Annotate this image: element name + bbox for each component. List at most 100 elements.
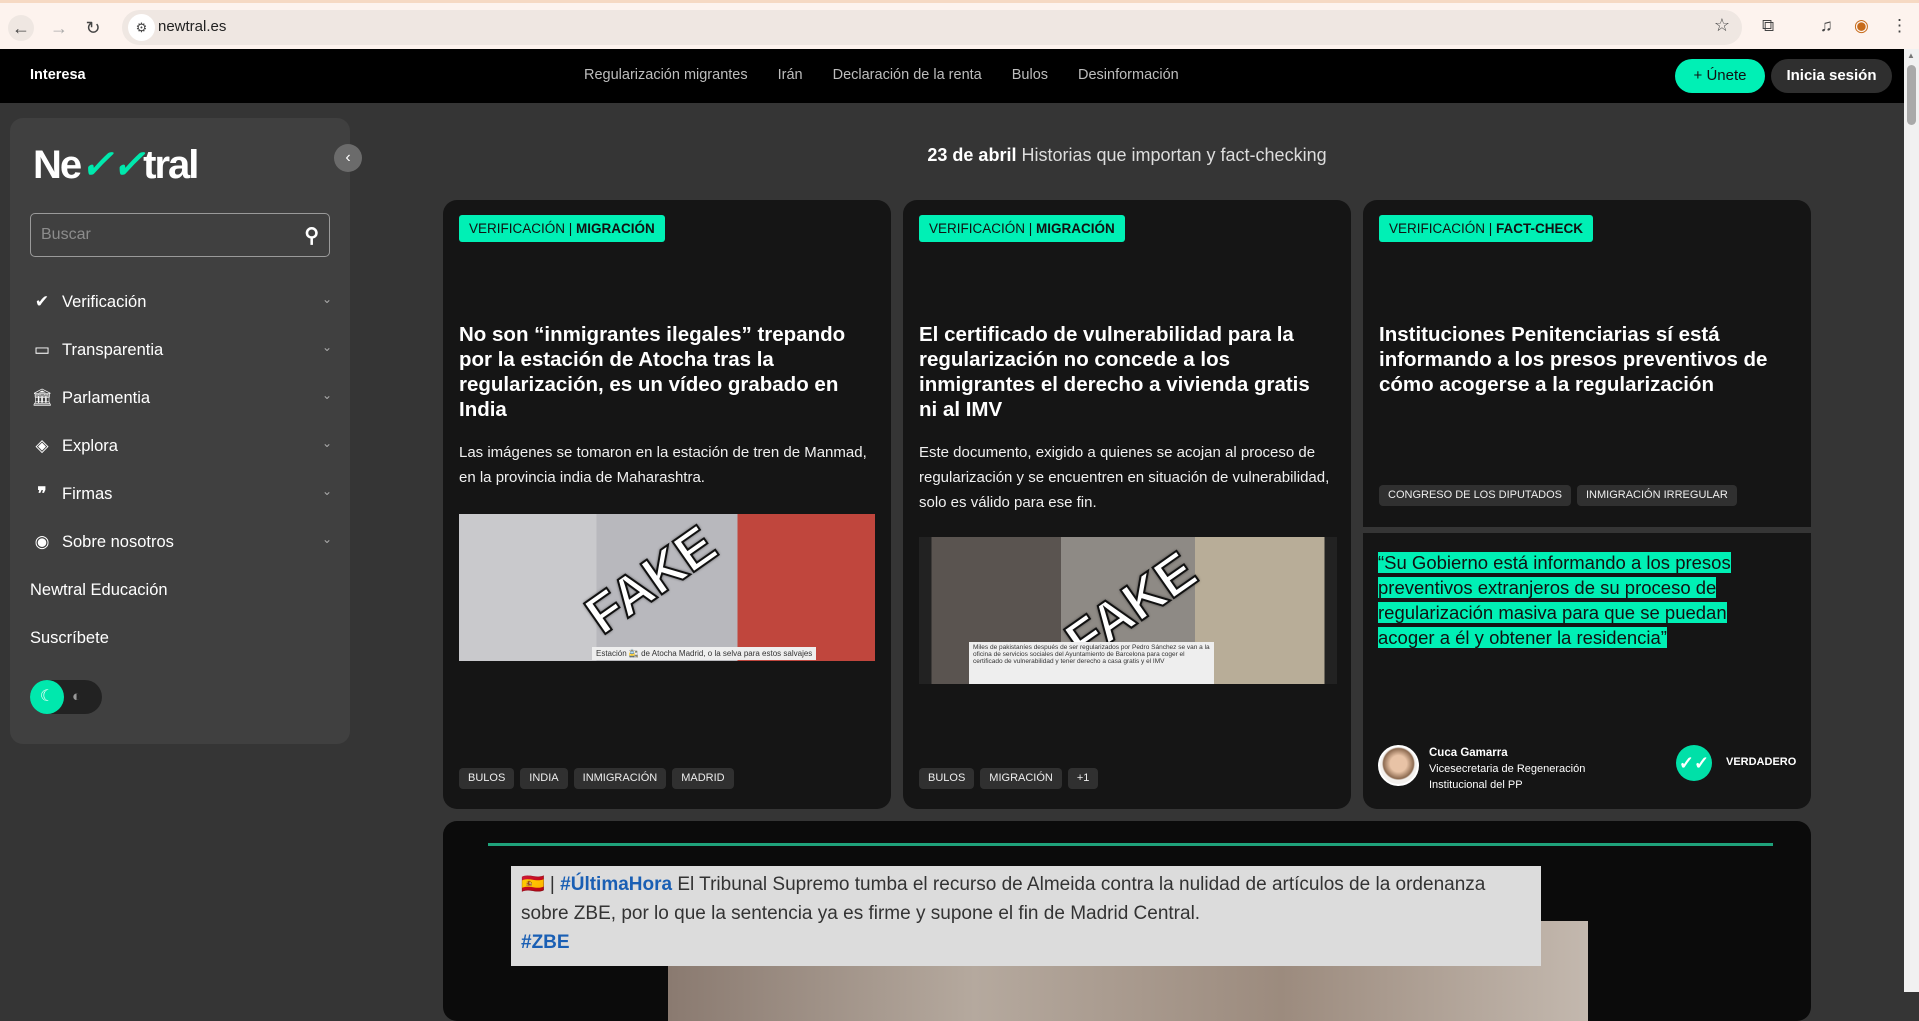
sidebar-item-label: Verificación [62, 292, 147, 311]
tag-list: BULOS INDIA INMIGRACIÓN MADRID [459, 768, 734, 789]
verdict-label: VERDADERO [1726, 756, 1797, 768]
search-box: ⚲ [30, 213, 330, 257]
site-settings-icon[interactable]: ⚙ [128, 14, 155, 41]
tag-section: VERIFICACIÓN [1389, 221, 1486, 236]
tag-chip[interactable]: MADRID [672, 768, 734, 789]
nav-link-bulos[interactable]: Bulos [1012, 67, 1048, 83]
sidebar-item-sobre-nosotros[interactable]: ◉ Sobre nosotros ⌄ [30, 518, 335, 566]
profile-icon[interactable]: ◉ [1854, 16, 1869, 36]
sidebar-link-suscribete[interactable]: Suscríbete [30, 614, 335, 662]
media-control-icon[interactable]: ♫ [1820, 16, 1833, 36]
newtral-logo[interactable]: Ne✓✓tral [33, 142, 199, 188]
tweet-overlay: 🇪🇸 | #ÚltimaHora El Tribunal Supremo tum… [511, 866, 1541, 966]
bookmark-star-icon[interactable]: ☆ [1714, 15, 1730, 36]
sidebar-item-label: Transparentia [62, 340, 164, 359]
extensions-icon[interactable]: ⧉ [1762, 16, 1774, 36]
scrollbar-thumb[interactable] [1907, 65, 1916, 125]
chevron-down-icon[interactable]: ⌄ [322, 340, 332, 354]
scroll-up-icon[interactable]: ▲ [1907, 51, 1915, 60]
url-text: newtral.es [158, 18, 227, 35]
claim-quote: “Su Gobierno está informando a los preso… [1378, 550, 1758, 650]
sidebar-item-firmas[interactable]: ❞ Firmas ⌄ [30, 470, 335, 518]
chevron-down-icon[interactable]: ⌄ [322, 388, 332, 402]
category-tag[interactable]: VERIFICACIÓN | MIGRACIÓN [919, 215, 1125, 242]
tag-chip[interactable]: CONGRESO DE LOS DIPUTADOS [1379, 485, 1571, 506]
tag-section: VERIFICACIÓN [469, 221, 566, 236]
sidebar-menu: ✔ Verificación ⌄ ▭ Transparentia ⌄ 🏛 Parlamen… [30, 278, 335, 662]
moon-icon: ☾ [30, 680, 64, 714]
category-tag[interactable]: VERIFICACIÓN | MIGRACIÓN [459, 215, 665, 242]
nav-link-desinformacion[interactable]: Desinformación [1078, 67, 1179, 83]
article-image[interactable]: FAKE Miles de pakistaníes después de ser… [919, 537, 1337, 684]
tag-list: BULOS MIGRACIÓN +1 [919, 768, 1099, 789]
nav-link-regularizacion[interactable]: Regularización migrantes [584, 67, 748, 83]
compass-icon: ◈ [35, 436, 49, 455]
article-description: Las imágenes se tomaron en la estación d… [459, 444, 867, 486]
join-button[interactable]: + Únete [1675, 59, 1765, 93]
sidebar: Ne✓✓tral ⚲ ✔ Verificación ⌄ ▭ Transparentia… [10, 118, 350, 744]
tag-chip[interactable]: INMIGRACIÓN [573, 768, 667, 789]
nav-link-iran[interactable]: Irán [778, 67, 803, 83]
article-description: Este documento, exigido a quienes se aco… [919, 444, 1330, 511]
theme-toggle[interactable]: ☾ ◐ [30, 680, 102, 714]
article-card[interactable]: VERIFICACIÓN | MIGRACIÓN El certificado … [903, 200, 1351, 809]
heading-date: 23 de abril [927, 145, 1017, 165]
article-title[interactable]: No son “inmigrantes ilegales” trepando p… [459, 322, 869, 422]
author-role: Vicesecretaria de Regeneración Instituci… [1429, 763, 1586, 791]
tag-category: FACT-CHECK [1496, 221, 1584, 236]
article-card[interactable]: VERIFICACIÓN | MIGRACIÓN No son “inmigra… [443, 200, 891, 809]
avatar [1378, 745, 1419, 786]
image-caption: Estación 🚉 de Atocha Madrid, o la selva … [592, 647, 817, 660]
article-image[interactable]: FAKE Estación 🚉 de Atocha Madrid, o la s… [459, 514, 875, 661]
tag-chip[interactable]: BULOS [459, 768, 515, 789]
search-input[interactable] [31, 214, 291, 256]
menu-kebab-icon[interactable]: ⋮ [1891, 16, 1908, 36]
more-tags-chip[interactable]: +1 [1067, 768, 1099, 789]
nav-links: Regularización migrantes Irán Declaració… [584, 67, 1179, 83]
parliament-icon: 🏛 [31, 388, 53, 407]
forward-button[interactable]: → [46, 15, 72, 41]
tag-category: MIGRACIÓN [576, 221, 655, 236]
tag-chip[interactable]: INMIGRACIÓN IRREGULAR [1577, 485, 1737, 506]
heading-subtitle: Historias que importan y fact-checking [1016, 145, 1327, 165]
collapse-sidebar-button[interactable]: ‹ [334, 144, 362, 172]
article-title[interactable]: Instituciones Penitenciarias sí está inf… [1379, 322, 1789, 397]
category-tag[interactable]: VERIFICACIÓN | FACT-CHECK [1379, 215, 1594, 242]
nav-link-renta[interactable]: Declaración de la renta [833, 67, 982, 83]
sidebar-link-educacion[interactable]: Newtral Educación [30, 566, 335, 614]
sidebar-item-verificacion[interactable]: ✔ Verificación ⌄ [30, 278, 335, 326]
hashtag: #ZBE [521, 932, 570, 953]
sidebar-item-parlamentia[interactable]: 🏛 Parlamentia ⌄ [30, 374, 335, 422]
address-bar[interactable]: ⚙ newtral.es ☆ [122, 10, 1742, 45]
back-button[interactable]: ← [8, 15, 34, 41]
video-card[interactable]: 🇪🇸 | #ÚltimaHora El Tribunal Supremo tum… [443, 821, 1811, 1021]
chevron-down-icon[interactable]: ⌄ [322, 292, 332, 306]
green-line [488, 843, 1773, 846]
chevron-down-icon[interactable]: ⌄ [322, 436, 332, 450]
tag-chip[interactable]: INDIA [520, 768, 568, 789]
tag-chip[interactable]: BULOS [919, 768, 975, 789]
verified-badge-icon: ✔ [34, 292, 50, 311]
sidebar-item-explora[interactable]: ◈ Explora ⌄ [30, 422, 335, 470]
sidebar-item-label: Explora [62, 436, 118, 455]
divider [1363, 527, 1811, 533]
article-title[interactable]: El certificado de vulnerabilidad para la… [919, 322, 1329, 422]
reload-button[interactable]: ↻ [80, 15, 106, 41]
search-icon[interactable]: ⚲ [304, 223, 319, 248]
sidebar-item-transparentia[interactable]: ▭ Transparentia ⌄ [30, 326, 335, 374]
page-heading: 23 de abril Historias que importan y fac… [443, 145, 1811, 166]
quote-icon: ❞ [37, 484, 47, 503]
tag-chip[interactable]: MIGRACIÓN [980, 768, 1062, 789]
factcheck-card[interactable]: VERIFICACIÓN | FACT-CHECK Instituciones … [1363, 200, 1811, 809]
hashtag: #ÚltimaHora [560, 874, 673, 895]
tag-category: MIGRACIÓN [1036, 221, 1115, 236]
scrollbar[interactable]: ▲ [1904, 49, 1919, 992]
nav-brand[interactable]: Interesa [30, 67, 86, 83]
top-nav: Interesa Regularización migrantes Irán D… [0, 49, 1904, 103]
chevron-down-icon[interactable]: ⌄ [322, 532, 332, 546]
tag-list: CONGRESO DE LOS DIPUTADOS INMIGRACIÓN IR… [1379, 485, 1737, 506]
document-icon: ▭ [33, 340, 51, 359]
chevron-down-icon[interactable]: ⌄ [322, 484, 332, 498]
login-button[interactable]: Inicia sesión [1771, 59, 1892, 93]
fake-stamp: FAKE [574, 514, 728, 647]
